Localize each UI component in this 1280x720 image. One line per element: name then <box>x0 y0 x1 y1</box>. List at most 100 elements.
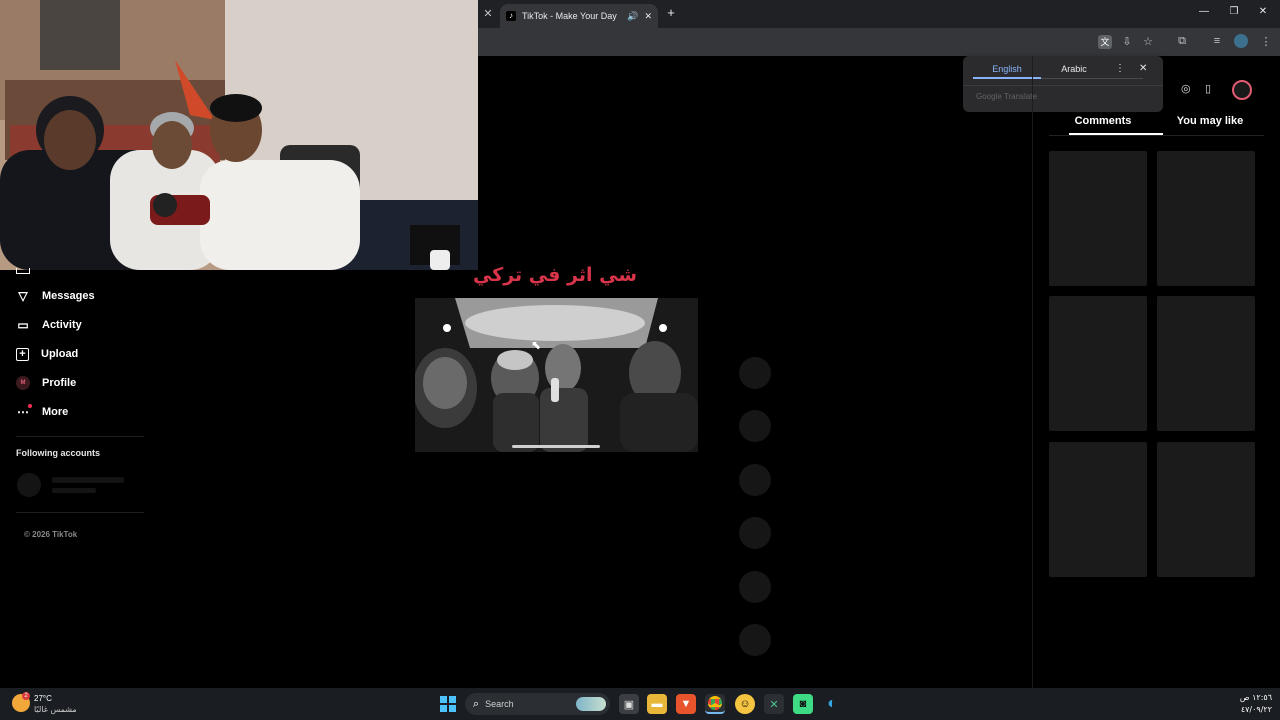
webcam-overlay <box>0 0 478 270</box>
suggested-video-thumbnail[interactable] <box>1157 296 1255 431</box>
close-window-button[interactable]: ✕ <box>1256 6 1270 17</box>
sidebar-item-label: Profile <box>42 377 77 389</box>
notification-dot <box>28 404 32 408</box>
more-icon: ⋯ <box>16 404 32 419</box>
like-button-placeholder[interactable] <box>739 357 771 389</box>
search-highlight-icon <box>576 697 606 711</box>
tab-you-may-like[interactable]: You may like <box>1172 115 1248 127</box>
sidebar-item-upload[interactable]: + Upload <box>16 345 78 363</box>
taskbar <box>0 688 1280 720</box>
brave-browser-icon[interactable]: ▼ <box>676 694 696 714</box>
sidebar-item-label: Messages <box>42 290 95 302</box>
sidebar-item-label: More <box>42 406 69 418</box>
paper-plane-icon: ▽ <box>18 289 28 303</box>
share-button-placeholder[interactable] <box>739 517 771 549</box>
translate-icon[interactable]: 文 <box>1098 35 1112 49</box>
suggested-video-thumbnail[interactable] <box>1157 442 1255 577</box>
translate-arabic-tab[interactable]: Arabic <box>1051 64 1097 74</box>
start-tile <box>440 705 447 712</box>
chrome-icon[interactable] <box>705 694 725 714</box>
translate-english-tab[interactable]: English <box>973 64 1041 74</box>
translate-active-underline <box>973 77 1041 79</box>
following-accounts-heading: Following accounts <box>16 448 101 458</box>
weather-temperature[interactable]: 27°C <box>34 694 52 703</box>
translate-close-icon[interactable]: ✕ <box>1139 63 1147 74</box>
search-icon: ⌕ <box>473 697 480 710</box>
compass-icon[interactable]: ◎ <box>1181 82 1191 95</box>
tab-comments[interactable]: Comments <box>1070 115 1136 127</box>
speaker-icon[interactable]: 🔊 <box>627 11 638 22</box>
google-translate-brand: Google Translate <box>976 92 1037 101</box>
sidebar-item-more[interactable]: ⋯ More <box>16 403 68 421</box>
tab-close-icon[interactable]: ✕ <box>644 11 652 22</box>
weather-alert-badge: 2 <box>22 692 30 700</box>
following-subtitle-placeholder <box>52 488 96 493</box>
emoji-app-icon[interactable]: ☺ <box>735 694 755 714</box>
translate-popup: English Arabic ⋮ ✕ Google Translate <box>963 56 1163 112</box>
sidebar-item-profile[interactable]: M Profile <box>16 374 76 392</box>
suggested-video-thumbnail[interactable] <box>1049 151 1147 286</box>
video-progress-bar[interactable] <box>512 445 600 448</box>
clock-time[interactable]: ١٢:٥٦ ص <box>1220 693 1272 702</box>
following-name-placeholder <box>52 477 124 483</box>
translate-separator <box>963 85 1163 86</box>
activity-icon: ▭ <box>17 318 29 332</box>
sidebar-item-activity[interactable]: ▭ Activity <box>16 316 82 334</box>
suggested-video-thumbnail[interactable] <box>1049 442 1147 577</box>
media-controls-icon[interactable]: ≡ <box>1210 35 1224 47</box>
sound-button-placeholder[interactable] <box>739 571 771 603</box>
terminal-app-icon[interactable]: ✕ <box>764 694 784 714</box>
webcam-scene <box>0 0 478 270</box>
copyright-text: © 2026 TikTok <box>24 530 78 539</box>
maximize-button[interactable]: ❐ <box>1227 6 1241 17</box>
suggested-video-thumbnail[interactable] <box>1049 296 1147 431</box>
close-tab-icon[interactable]: ✕ <box>482 8 494 20</box>
android-app-icon[interactable]: ◙ <box>793 694 813 714</box>
weather-description[interactable]: مشمس غالبًا <box>34 705 77 714</box>
video-player[interactable] <box>415 298 698 452</box>
start-tile <box>440 696 447 703</box>
clock-date[interactable]: ٤٧/٠٩/٢٢ <box>1220 705 1272 714</box>
avatar[interactable] <box>1232 80 1252 100</box>
sidebar-item-label: Activity <box>42 319 82 331</box>
video-caption: شي اثر في تركي <box>472 264 638 286</box>
suggested-video-thumbnail[interactable] <box>1157 151 1255 286</box>
tab-tiktok[interactable]: ♪ TikTok - Make Your Day 🔊 ✕ <box>500 4 658 28</box>
sidebar-item-label: Upload <box>41 348 79 360</box>
comment-button-placeholder[interactable] <box>739 410 771 442</box>
partial-nav-icon <box>16 268 30 274</box>
minimize-button[interactable]: — <box>1197 6 1211 17</box>
tiktok-logo-icon: ♪ <box>506 11 516 21</box>
file-explorer-icon[interactable]: ▬ <box>647 694 667 714</box>
upload-icon: + <box>16 347 29 361</box>
taskbar-search[interactable]: ⌕ Search <box>465 693 610 715</box>
search-placeholder: Search <box>485 699 514 709</box>
sidebar-divider <box>16 512 144 513</box>
mouse-cursor-icon: ⬉ <box>531 338 542 352</box>
tabs-divider <box>1049 135 1264 136</box>
avatar: M <box>16 376 30 390</box>
start-tile <box>449 696 456 703</box>
video-frame <box>415 298 698 452</box>
sidebar-divider <box>16 436 144 437</box>
profile-avatar-icon[interactable] <box>1234 34 1248 48</box>
next-button-placeholder[interactable] <box>739 624 771 656</box>
windows-start-icon[interactable] <box>440 696 456 712</box>
extensions-icon[interactable]: ⧉ <box>1175 35 1189 48</box>
chrome-menu-icon[interactable]: ⋮ <box>1259 35 1273 48</box>
panel-divider <box>1032 56 1033 688</box>
start-tile <box>449 705 456 712</box>
sidebar-item-messages[interactable]: ▽ Messages <box>16 287 95 305</box>
new-tab-button[interactable]: + <box>664 6 678 19</box>
following-avatar-placeholder <box>17 473 41 497</box>
tab-title: TikTok - Make Your Day <box>522 11 617 21</box>
translate-menu-icon[interactable]: ⋮ <box>1115 63 1125 74</box>
bookmark-button-placeholder[interactable] <box>739 464 771 496</box>
chrome-logo <box>708 696 722 710</box>
bookmark-star-icon[interactable]: ☆ <box>1141 35 1155 48</box>
mobile-icon[interactable]: ▯ <box>1205 82 1211 95</box>
edge-browser-icon[interactable]: ◐ <box>822 694 842 714</box>
install-app-icon[interactable]: ⇩ <box>1120 35 1134 48</box>
task-view-icon[interactable]: ▣ <box>619 694 639 714</box>
translate-divider <box>1041 78 1143 79</box>
